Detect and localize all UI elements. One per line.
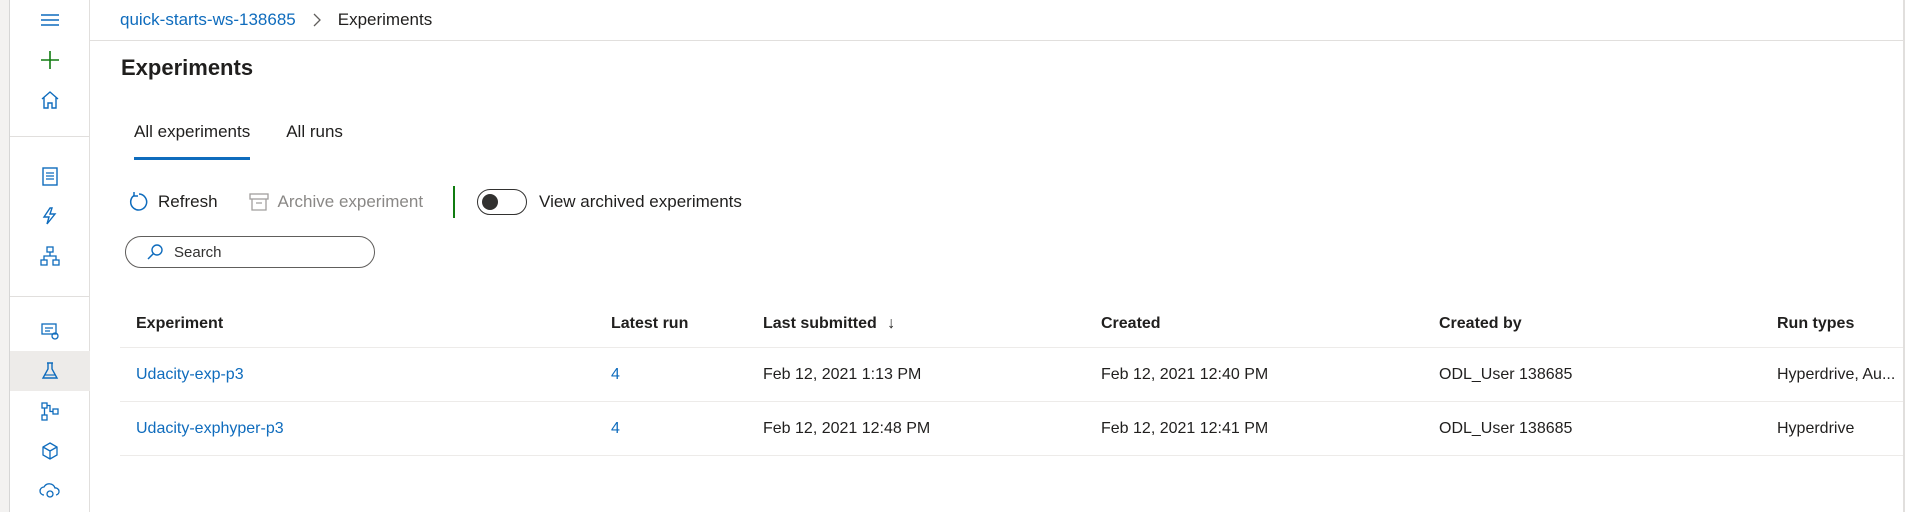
experiments-icon[interactable]: [10, 351, 90, 391]
experiment-link[interactable]: Udacity-exp-p3: [120, 366, 595, 384]
hamburger-icon[interactable]: [10, 0, 90, 40]
column-header-run-types[interactable]: Run types: [1761, 315, 1905, 333]
toolbar-divider: [453, 186, 456, 218]
main-content: quick-starts-ws-138685 Experiments Exper…: [90, 0, 1905, 512]
archive-experiment-button[interactable]: Archive experiment: [248, 192, 424, 212]
column-header-last-submitted[interactable]: Last submitted ↓: [747, 315, 1085, 333]
created-cell: Feb 12, 2021 12:40 PM: [1101, 365, 1269, 383]
column-header-created-by[interactable]: Created by: [1423, 315, 1761, 333]
breadcrumb-workspace-link[interactable]: quick-starts-ws-138685: [120, 10, 296, 30]
sidebar-divider: [10, 136, 90, 137]
pipelines-icon[interactable]: [10, 391, 90, 431]
datasets-icon[interactable]: [10, 311, 90, 351]
view-archived-toggle[interactable]: [477, 189, 528, 215]
latest-run-link[interactable]: 4: [595, 366, 747, 384]
search-icon: [146, 243, 164, 261]
archive-icon: [248, 192, 270, 212]
search-box[interactable]: Search: [125, 236, 375, 268]
search-placeholder: Search: [174, 243, 222, 261]
window-edge: [0, 0, 10, 512]
chevron-right-icon: [312, 13, 322, 27]
run-types-cell: Hyperdrive: [1777, 419, 1855, 437]
last-submitted-cell: Feb 12, 2021 12:48 PM: [763, 419, 931, 437]
sidebar-divider: [10, 296, 90, 297]
latest-run-link[interactable]: 4: [595, 420, 747, 438]
sidebar: [10, 0, 90, 512]
last-submitted-cell: Feb 12, 2021 1:13 PM: [763, 365, 922, 383]
page-title: Experiments: [121, 55, 254, 80]
models-icon[interactable]: [10, 431, 90, 471]
breadcrumb-current: Experiments: [337, 10, 433, 29]
experiment-link[interactable]: Udacity-exphyper-p3: [120, 420, 595, 438]
designer-icon[interactable]: [10, 236, 90, 276]
column-header-latest-run[interactable]: Latest run: [595, 315, 747, 333]
column-header-experiment[interactable]: Experiment: [120, 315, 595, 333]
endpoints-icon[interactable]: [10, 471, 90, 511]
view-archived-label: View archived experiments: [539, 192, 742, 211]
refresh-button[interactable]: Refresh: [128, 191, 218, 213]
automl-icon[interactable]: [10, 196, 90, 236]
created-by-cell: ODL_User 138685: [1439, 365, 1573, 383]
toolbar: Refresh Archive experiment View archived…: [128, 185, 742, 219]
breadcrumb: quick-starts-ws-138685 Experiments: [90, 0, 1905, 41]
tab-list: All experiments All runs: [134, 114, 379, 160]
run-types-cell: Hyperdrive, Au...: [1777, 365, 1896, 383]
add-icon[interactable]: [10, 40, 90, 80]
column-header-created[interactable]: Created: [1085, 315, 1423, 333]
archive-experiment-label: Archive experiment: [277, 192, 424, 211]
tab-all-experiments[interactable]: All experiments: [134, 114, 251, 160]
toggle-knob: [482, 194, 499, 210]
table-header-row: Experiment Latest run Last submitted ↓ C…: [120, 300, 1905, 348]
created-by-cell: ODL_User 138685: [1439, 419, 1573, 437]
table-row[interactable]: Udacity-exp-p3 4 Feb 12, 2021 1:13 PM Fe…: [120, 348, 1905, 402]
notebook-icon[interactable]: [10, 156, 90, 196]
sort-descending-icon: ↓: [887, 314, 896, 332]
created-cell: Feb 12, 2021 12:41 PM: [1101, 419, 1269, 437]
tab-all-runs[interactable]: All runs: [286, 114, 343, 160]
experiments-table: Experiment Latest run Last submitted ↓ C…: [120, 300, 1905, 456]
home-icon[interactable]: [10, 80, 90, 120]
table-row[interactable]: Udacity-exphyper-p3 4 Feb 12, 2021 12:48…: [120, 402, 1905, 456]
refresh-icon: [128, 191, 150, 213]
refresh-label: Refresh: [158, 192, 218, 211]
